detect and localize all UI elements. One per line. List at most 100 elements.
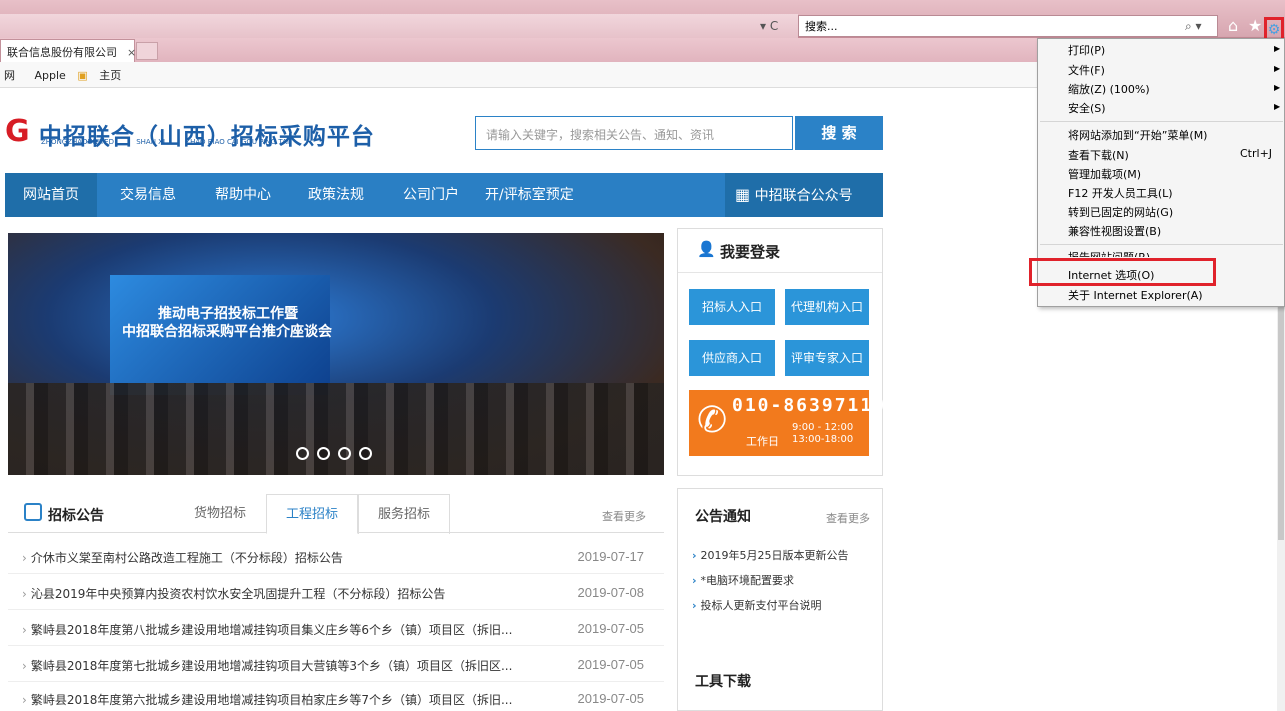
chevron-right-icon: › [22,693,27,707]
login-agency-button[interactable]: 代理机构入口 [785,289,869,325]
login-supplier-button[interactable]: 供应商入口 [689,340,775,376]
bulletin-item[interactable]: › 投标人更新支付平台说明 [692,597,822,613]
bulletin-item-label: 2019年5月25日版本更新公告 [700,549,849,562]
notice-row-date: 2019-07-05 [577,621,645,636]
tab-close-icon[interactable]: × [127,46,136,59]
site-logo[interactable]: G 中招联合（山西）招标采购平台 ZHONGZHAOUNITED SHAN XI… [5,117,375,151]
banner-audience [8,383,664,475]
notice-row[interactable]: › 繁峙县2018年度第六批城乡建设用地增减挂钩项目柏家庄乡等7个乡（镇）项目区（… [22,691,652,711]
row-divider [8,645,664,646]
menu-zoom[interactable]: 缩放(Z) (100%) [1068,81,1150,97]
tab-title: 联合信息股份有限公司 [7,46,117,59]
menu-about-ie[interactable]: 关于 Internet Explorer(A) [1068,287,1203,303]
logo-text: 中招联合（山西）招标采购平台 [38,124,375,150]
address-bar[interactable] [0,14,798,38]
refresh-icon[interactable]: ▾ C [760,19,778,33]
carousel-dot-3[interactable] [338,447,351,460]
notice-row[interactable]: › 介休市义棠至南村公路改造工程施工（不分标段）招标公告 2019-07-17 [22,549,652,569]
internet-options-highlight [1029,258,1216,286]
hotline-hours-2: 13:00-18:00 [792,434,854,445]
hotline-hours: 9:00 - 12:00 13:00-18:00 [792,422,853,446]
search-icon[interactable]: ⌕ ▾ [1185,19,1202,34]
nav-wechat[interactable]: ▦ 中招联合公众号 [725,173,883,217]
tab-goods[interactable]: 货物招标 [175,494,265,534]
nav-help[interactable]: 帮助中心 [215,173,271,217]
ie-page-icon: ▣ [77,69,88,82]
notice-title: 招标公告 [48,508,104,524]
favorite-item-apple[interactable]: Apple [35,69,66,82]
nav-company[interactable]: 公司门户 [403,173,459,217]
favorite-item-home[interactable]: ▣ 主页 [77,69,129,82]
menu-separator [1040,244,1283,245]
nav-room-booking[interactable]: 开/评标室预定 [485,173,574,217]
nav-wechat-label: 中招联合公众号 [754,188,853,204]
submenu-arrow-icon: ▶ [1274,83,1281,92]
notice-row-title: 沁县2019年中央预算内投资农村饮水安全巩固提升工程（不分标段）招标公告 [30,587,446,601]
tab-engineering[interactable]: 工程招标 [266,494,358,534]
submenu-arrow-icon: ▶ [1274,102,1281,111]
menu-print[interactable]: 打印(P) [1068,42,1105,58]
notice-row-title: 繁峙县2018年度第七批城乡建设用地增减挂钩项目大营镇等3个乡（镇）项目区（拆旧… [30,659,513,673]
carousel-dot-2[interactable] [317,447,330,460]
logo-sub-left: ZHONGZHAOUNITED [41,138,114,146]
menu-pinned-sites[interactable]: 转到已固定的网站(G) [1068,204,1173,220]
tools-download-title: 工具下载 [695,674,751,690]
menu-manage-addons[interactable]: 管理加载项(M) [1068,166,1141,182]
nav-policy[interactable]: 政策法规 [308,173,364,217]
new-tab-button[interactable] [136,42,158,60]
bulletin-more-link[interactable]: 查看更多 [826,510,870,526]
chevron-right-icon: › [692,599,697,612]
notice-row-title: 介休市义棠至南村公路改造工程施工（不分标段）招标公告 [30,551,343,565]
notice-row-date: 2019-07-05 [577,691,645,706]
favorites-star-icon[interactable]: ★ [1248,16,1262,35]
browser-search-input[interactable]: 搜索... [798,15,1218,37]
banner-title-2: 中招联合招标采购平台推介座谈会 [122,324,332,340]
login-expert-button[interactable]: 评审专家入口 [785,340,869,376]
home-icon[interactable]: ⌂ [1228,16,1238,35]
menu-f12-devtools[interactable]: F12 开发人员工具(L) [1068,185,1173,201]
login-tenderer-button[interactable]: 招标人入口 [689,289,775,325]
notice-row-title: 繁峙县2018年度第八批城乡建设用地增减挂钩项目集义庄乡等6个乡（镇）项目区（拆… [30,623,513,637]
menu-compat-view[interactable]: 兼容性视图设置(B) [1068,223,1161,239]
notices-more-link[interactable]: 查看更多 [602,508,646,524]
menu-shortcut: Ctrl+J [1240,147,1273,160]
banner-image[interactable]: 推动电子招投标工作暨 中招联合招标采购平台推介座谈会 [8,233,664,475]
menu-add-to-start[interactable]: 将网站添加到“开始”菜单(M) [1068,127,1207,143]
logo-subtitle: ZHONGZHAOUNITED SHAN XI ZHAO BIAO CAI GO… [41,138,341,146]
qr-code-icon: ▦ [735,185,751,204]
login-title: 我要登录 [720,243,781,261]
bulletin-title: 公告通知 [695,509,751,525]
submenu-arrow-icon: ▶ [1274,64,1281,73]
notice-row[interactable]: › 繁峙县2018年度第八批城乡建设用地增减挂钩项目集义庄乡等6个乡（镇）项目区（… [22,621,652,641]
notice-row[interactable]: › 沁县2019年中央预算内投资农村饮水安全巩固提升工程（不分标段）招标公告 201… [22,585,652,605]
menu-file[interactable]: 文件(F) [1068,62,1105,78]
carousel-dot-4[interactable] [359,447,372,460]
nav-home[interactable]: 网站首页 [5,173,97,217]
notice-row[interactable]: › 繁峙县2018年度第七批城乡建设用地增减挂钩项目大营镇等3个乡（镇）项目区（拆… [22,657,652,677]
menu-report-issue[interactable]: 报告网站问题(R) [1068,249,1150,257]
nav-trade-info[interactable]: 交易信息 [120,173,176,217]
chevron-right-icon: › [692,574,697,587]
logo-g-icon: G [5,114,30,149]
site-search-button[interactable]: 搜 索 [795,116,883,150]
hotline-label: 工作日 [746,435,779,448]
row-divider [8,573,664,574]
phone-icon: ✆ [697,400,728,441]
carousel-dot-1[interactable] [296,447,309,460]
chevron-right-icon: › [22,551,27,565]
login-divider [678,272,882,273]
bulletin-item[interactable]: › *电脑环境配置要求 [692,572,794,588]
favorite-item-1[interactable]: 网 [4,69,15,82]
scrollbar-thumb[interactable] [1278,300,1284,540]
list-icon [24,503,42,521]
menu-safety[interactable]: 安全(S) [1068,100,1106,116]
chevron-right-icon: › [22,659,27,673]
site-search-input[interactable]: 请输入关键字，搜索相关公告、通知、资讯 [475,116,793,150]
hotline-number: 010-86397110 [732,395,887,416]
bulletin-item[interactable]: › 2019年5月25日版本更新公告 [692,547,849,563]
tab-services[interactable]: 服务招标 [358,494,450,534]
menu-view-downloads[interactable]: 查看下载(N) [1068,147,1129,163]
banner-title-1: 推动电子招投标工作暨 [158,306,298,322]
hotline-hours-1: 9:00 - 12:00 [792,422,854,433]
browser-tab[interactable]: 联合信息股份有限公司 × [0,39,136,62]
